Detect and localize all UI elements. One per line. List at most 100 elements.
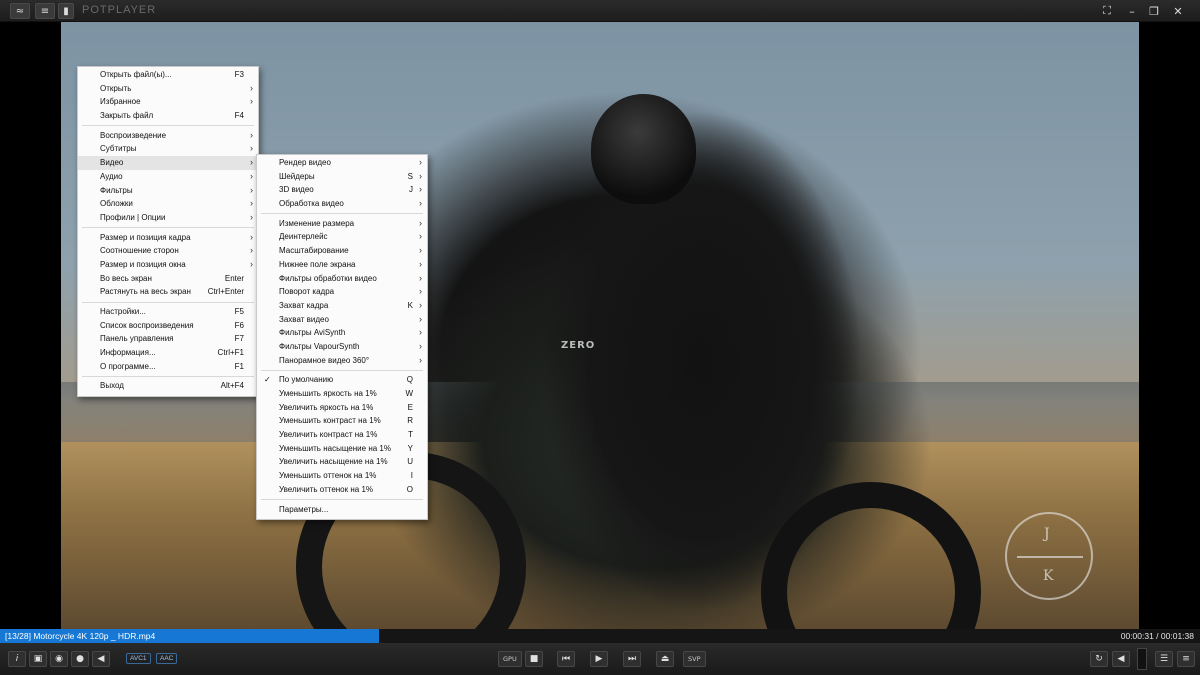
menu-item-label: О программе...	[100, 362, 156, 371]
menu-item[interactable]: Субтитры›	[78, 142, 258, 156]
menu-item-shortcut: K	[408, 299, 413, 313]
info-icon[interactable]: i	[8, 651, 26, 667]
seek-bar[interactable]: [13/28] Motorcycle 4K 120p _ HDR.mp4 00:…	[0, 629, 1200, 643]
eject-icon[interactable]: ⏏	[656, 651, 674, 667]
menu-item-label: Изменение размера	[279, 219, 354, 228]
next-icon[interactable]: ⏭	[623, 651, 641, 667]
gpu-button[interactable]: GPU	[498, 651, 522, 667]
menu-item[interactable]: Избранное›	[78, 95, 258, 109]
menu-item[interactable]: Захват кадраK›	[257, 299, 427, 313]
menu-item-shortcut: T	[408, 428, 413, 442]
menu-item[interactable]: Настройки...F5	[78, 305, 258, 319]
chevron-right-icon: ›	[419, 299, 422, 313]
volume-icon[interactable]: ◀	[1112, 651, 1130, 667]
repeat-icon[interactable]: ↻	[1090, 651, 1108, 667]
menu-item-label: Закрыть файл	[100, 111, 153, 120]
chevron-right-icon: ›	[419, 354, 422, 368]
menu-item[interactable]: Панель управленияF7	[78, 332, 258, 346]
close-icon[interactable]: ✕	[1168, 3, 1188, 19]
menu-item[interactable]: Открыть файл(ы)...F3	[78, 68, 258, 82]
menu-item-shortcut: Ctrl+Enter	[208, 285, 244, 299]
menu-item-label: Видео	[100, 158, 123, 167]
menu-item[interactable]: Закрыть файлF4	[78, 109, 258, 123]
audio-icon[interactable]: ◀	[92, 651, 110, 667]
camera-icon[interactable]: ◉	[50, 651, 68, 667]
menu-item[interactable]: ШейдерыS›	[257, 170, 427, 184]
maximize-icon[interactable]: ❐	[1144, 3, 1164, 19]
equalizer-icon[interactable]: ☰	[1155, 651, 1173, 667]
menu-item[interactable]: Воспроизведение›	[78, 129, 258, 143]
menu-item[interactable]: Панорамное видео 360°›	[257, 354, 427, 368]
chevron-right-icon: ›	[419, 170, 422, 184]
chevron-right-icon: ›	[419, 272, 422, 286]
menu-item[interactable]: Информация...Ctrl+F1	[78, 346, 258, 360]
menu-item[interactable]: ✓По умолчаниюQ	[257, 373, 427, 387]
svp-button[interactable]: SVP	[683, 651, 706, 667]
menu-item[interactable]: Параметры...	[257, 503, 427, 517]
menu-item[interactable]: Открыть›	[78, 82, 258, 96]
volume-slider[interactable]	[1137, 648, 1147, 670]
minimize-icon[interactable]: –	[1122, 3, 1142, 19]
menu-item[interactable]: 3D видеоJ›	[257, 183, 427, 197]
stop-icon[interactable]: ■	[525, 651, 543, 667]
menu-item[interactable]: Уменьшить яркость на 1%W	[257, 387, 427, 401]
menu-item[interactable]: Нижнее поле экрана›	[257, 258, 427, 272]
menu-item[interactable]: Аудио›	[78, 170, 258, 184]
menu-item[interactable]: Растянуть на весь экран Ctrl+Enter	[78, 285, 258, 299]
menu-item[interactable]: Видео›	[78, 156, 258, 170]
fullscreen-icon[interactable]: ⛶	[1097, 3, 1117, 19]
menu-item[interactable]: Обработка видео›	[257, 197, 427, 211]
menu-item[interactable]: Увеличить яркость на 1%E	[257, 401, 427, 415]
menu-item[interactable]: Обложки›	[78, 197, 258, 211]
app-title: POTPLAYER	[82, 4, 156, 16]
menu-item-label: Рендер видео	[279, 158, 331, 167]
play-icon[interactable]: ▶	[590, 651, 608, 667]
menu-item[interactable]: Увеличить контраст на 1%T	[257, 428, 427, 442]
menu-item-label: Увеличить оттенок на 1%	[279, 485, 373, 494]
menu-item[interactable]: Поворот кадра›	[257, 285, 427, 299]
playlist-toggle-icon[interactable]: ≡	[1177, 651, 1195, 667]
watermark-letter-bottom: K	[1043, 568, 1053, 584]
bike-brand-text: ZERO	[561, 340, 595, 351]
menu-item[interactable]: Деинтерлейс›	[257, 230, 427, 244]
menu-item[interactable]: Рендер видео›	[257, 156, 427, 170]
menu-item[interactable]: Изменение размера ›	[257, 217, 427, 231]
menu-item[interactable]: Фильтры VapourSynth›	[257, 340, 427, 354]
menu-item[interactable]: Фильтры AviSynth›	[257, 326, 427, 340]
menu-item[interactable]: О программе...F1	[78, 360, 258, 374]
menu-item-label: Профили | Опции	[100, 213, 165, 222]
potplayer-logo-icon[interactable]: ≈	[10, 3, 30, 19]
playlist-icon[interactable]: ▮	[58, 3, 74, 19]
menu-item[interactable]: Захват видео›	[257, 313, 427, 327]
menu-item[interactable]: Соотношение сторон›	[78, 244, 258, 258]
menu-item[interactable]: Размер и позиция кадра›	[78, 231, 258, 245]
menu-item[interactable]: Размер и позиция окна›	[78, 258, 258, 272]
menu-item[interactable]: ВыходAlt+F4	[78, 379, 258, 393]
menu-bars-icon[interactable]: ≡	[35, 3, 55, 19]
menu-item-label: Уменьшить оттенок на 1%	[279, 471, 376, 480]
menu-item-label: Растянуть на весь экран	[100, 287, 191, 296]
menu-item[interactable]: Уменьшить насыщение на 1%Y	[257, 442, 427, 456]
chevron-right-icon: ›	[250, 197, 253, 211]
menu-item-label: Размер и позиция кадра	[100, 233, 191, 242]
menu-item[interactable]: Масштабирование›	[257, 244, 427, 258]
menu-item-shortcut: I	[411, 469, 413, 483]
watermark-arrow	[1017, 556, 1083, 558]
menu-item[interactable]: Увеличить оттенок на 1%O	[257, 483, 427, 497]
menu-item[interactable]: Фильтры обработки видео›	[257, 272, 427, 286]
menu-item[interactable]: Увеличить насыщение на 1%U	[257, 455, 427, 469]
chevron-right-icon: ›	[419, 217, 422, 231]
subtitle-icon[interactable]: ●	[71, 651, 89, 667]
menu-item[interactable]: Уменьшить контраст на 1%R	[257, 414, 427, 428]
previous-icon[interactable]: ⏮	[557, 651, 575, 667]
menu-item[interactable]: Фильтры›	[78, 184, 258, 198]
menu-item-shortcut: R	[407, 414, 413, 428]
menu-item[interactable]: Список воспроизведенияF6	[78, 319, 258, 333]
menu-item[interactable]: Профили | Опции›	[78, 211, 258, 225]
menu-item-label: Уменьшить яркость на 1%	[279, 389, 377, 398]
menu-item-label: Нижнее поле экрана	[279, 260, 355, 269]
audio-codec-badge: AAC	[156, 653, 177, 664]
menu-item[interactable]: Уменьшить оттенок на 1% I	[257, 469, 427, 483]
frame-icon[interactable]: ▣	[29, 651, 47, 667]
menu-item[interactable]: Во весь экранEnter	[78, 272, 258, 286]
